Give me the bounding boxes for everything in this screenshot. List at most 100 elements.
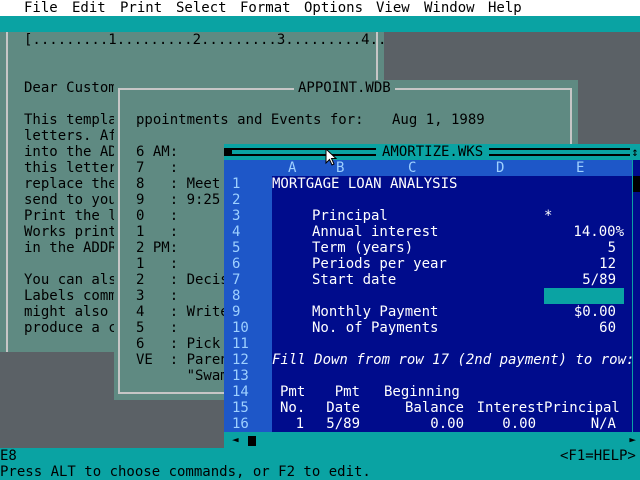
cell-e5[interactable]: 5 bbox=[544, 240, 616, 256]
menu-file[interactable]: File bbox=[24, 0, 58, 16]
db-row: 4 : Write bbox=[136, 304, 229, 320]
row-header[interactable]: 4 bbox=[232, 224, 240, 240]
menu-view[interactable]: View bbox=[376, 0, 410, 16]
cell-e10[interactable]: 60 bbox=[544, 320, 616, 336]
cell-e9[interactable]: $0.00 bbox=[544, 304, 616, 320]
database-window-title[interactable]: APPOINT.WDB bbox=[294, 80, 395, 96]
doc-line: send to you bbox=[24, 192, 117, 208]
doc-line: You can als bbox=[24, 272, 117, 288]
menu-select[interactable]: Select bbox=[176, 0, 227, 16]
cell-e6[interactable]: 12 bbox=[544, 256, 616, 272]
column-header-a[interactable]: A bbox=[288, 160, 296, 176]
spreadsheet-grid[interactable]: MORTGAGE LOAN ANALYSIS Principal * Annua… bbox=[272, 176, 634, 432]
cell-a7[interactable]: Start date bbox=[312, 272, 396, 288]
row-header[interactable]: 7 bbox=[232, 272, 240, 288]
cell-a10[interactable]: No. of Payments bbox=[312, 320, 438, 336]
doc-line: produce a c bbox=[24, 320, 117, 336]
row-header[interactable]: 15 bbox=[232, 400, 249, 416]
message-line: Press ALT to choose commands, or F2 to e… bbox=[0, 464, 640, 480]
scroll-left-arrow-icon[interactable]: ◄ bbox=[232, 432, 239, 448]
cell-a16[interactable]: 1 bbox=[280, 416, 304, 432]
row-header[interactable]: 9 bbox=[232, 304, 240, 320]
db-row: 1 : bbox=[136, 224, 179, 240]
column-header-bar: A B C D E bbox=[224, 160, 632, 176]
cell-c15[interactable]: Balance bbox=[400, 400, 464, 416]
row-header[interactable]: 2 bbox=[232, 192, 240, 208]
doc-line: might also bbox=[24, 304, 117, 320]
db-row: 8 : Meet bbox=[136, 176, 221, 192]
menu-help[interactable]: Help bbox=[488, 0, 522, 16]
cell-d16[interactable]: 0.00 bbox=[472, 416, 536, 432]
menu-bar: File Edit Print Select Format Options Vi… bbox=[0, 0, 640, 16]
vertical-scrollbar[interactable] bbox=[632, 160, 640, 432]
db-row: 0 : bbox=[136, 208, 179, 224]
row-header[interactable]: 13 bbox=[232, 368, 249, 384]
row-header[interactable]: 11 bbox=[232, 336, 249, 352]
row-header[interactable]: 1 bbox=[232, 176, 240, 192]
cell-e15[interactable]: Principal bbox=[544, 400, 620, 416]
db-row: VE : Paren bbox=[136, 352, 229, 368]
cell-a6[interactable]: Periods per year bbox=[312, 256, 447, 272]
cell-e4[interactable]: 14.00% bbox=[544, 224, 624, 240]
vertical-scroll-thumb[interactable] bbox=[633, 176, 640, 192]
row-header[interactable]: 12 bbox=[232, 352, 249, 368]
doc-line: Labels comm bbox=[24, 288, 117, 304]
spreadsheet-titlebar[interactable]: AMORTIZE.WKS ↕ bbox=[224, 144, 640, 160]
horizontal-scrollbar[interactable]: ◄ ► bbox=[224, 432, 640, 448]
doc-line: letters. Af bbox=[24, 128, 117, 144]
row-header[interactable]: 16 bbox=[232, 416, 249, 432]
cell-d3[interactable]: * bbox=[544, 208, 552, 224]
doc-line: Dear Custom bbox=[24, 80, 117, 96]
close-box-icon[interactable] bbox=[224, 148, 232, 156]
cell-c16[interactable]: 0.00 bbox=[400, 416, 464, 432]
menu-print[interactable]: Print bbox=[120, 0, 162, 16]
cell-b15[interactable]: Date bbox=[320, 400, 360, 416]
row-header[interactable]: 14 bbox=[232, 384, 249, 400]
db-row: 3 : bbox=[136, 288, 179, 304]
row-header[interactable]: 6 bbox=[232, 256, 240, 272]
column-header-c[interactable]: C bbox=[408, 160, 416, 176]
mouse-pointer-icon bbox=[325, 148, 338, 166]
resize-arrows-icon[interactable]: ↕ bbox=[630, 144, 640, 160]
scroll-right-arrow-icon[interactable]: ► bbox=[629, 432, 636, 448]
cell-a15[interactable]: No. bbox=[280, 400, 305, 416]
selected-cell-e8[interactable] bbox=[544, 288, 624, 304]
row-header[interactable]: 3 bbox=[232, 208, 240, 224]
cell-a3[interactable]: Principal bbox=[312, 208, 388, 224]
cell-b16[interactable]: 5/89 bbox=[320, 416, 360, 432]
cell-a14[interactable]: Pmt bbox=[280, 384, 305, 400]
spreadsheet-title: AMORTIZE.WKS bbox=[376, 144, 490, 160]
cell-a12[interactable]: Fill Down from row 17 (2nd payment) to r… bbox=[272, 352, 634, 368]
cell-b14[interactable]: Pmt bbox=[328, 384, 360, 400]
cell-a9[interactable]: Monthly Payment bbox=[312, 304, 438, 320]
db-row: 9 : 9:25 bbox=[136, 192, 221, 208]
doc-line: in the ADDR bbox=[24, 240, 117, 256]
cell-e7[interactable]: 5/89 bbox=[544, 272, 616, 288]
menu-divider bbox=[0, 16, 640, 32]
db-row: 2 PM: bbox=[136, 240, 179, 256]
db-row: 5 : bbox=[136, 320, 179, 336]
menu-window[interactable]: Window bbox=[424, 0, 475, 16]
row-header-bar: 1 2 3 4 5 6 7 8 9 10 11 12 13 14 15 16 bbox=[224, 176, 272, 432]
row-header[interactable]: 8 bbox=[232, 288, 240, 304]
cell-c14[interactable]: Beginning bbox=[384, 384, 460, 400]
cell-a5[interactable]: Term (years) bbox=[312, 240, 413, 256]
horizontal-scroll-thumb[interactable] bbox=[248, 436, 256, 446]
row-header[interactable]: 10 bbox=[232, 320, 249, 336]
db-row: 6 : Pick bbox=[136, 336, 221, 352]
cell-e16[interactable]: N/A bbox=[544, 416, 616, 432]
column-header-e[interactable]: E bbox=[576, 160, 584, 176]
menu-format[interactable]: Format bbox=[240, 0, 291, 16]
cell-d15[interactable]: Interest bbox=[472, 400, 544, 416]
document-ruler: [.........1.........2.........3.........… bbox=[24, 32, 387, 48]
doc-line: replace the bbox=[24, 176, 117, 192]
spreadsheet-window[interactable]: AMORTIZE.WKS ↕ A B C D E 1 2 3 4 5 6 7 8… bbox=[224, 144, 640, 448]
help-key-hint[interactable]: <F1=HELP> bbox=[560, 448, 636, 464]
cell-a1[interactable]: MORTGAGE LOAN ANALYSIS bbox=[272, 176, 457, 192]
cell-reference: E8 bbox=[0, 448, 17, 464]
menu-options[interactable]: Options bbox=[304, 0, 363, 16]
row-header[interactable]: 5 bbox=[232, 240, 240, 256]
column-header-d[interactable]: D bbox=[496, 160, 504, 176]
menu-edit[interactable]: Edit bbox=[72, 0, 106, 16]
cell-a4[interactable]: Annual interest bbox=[312, 224, 438, 240]
